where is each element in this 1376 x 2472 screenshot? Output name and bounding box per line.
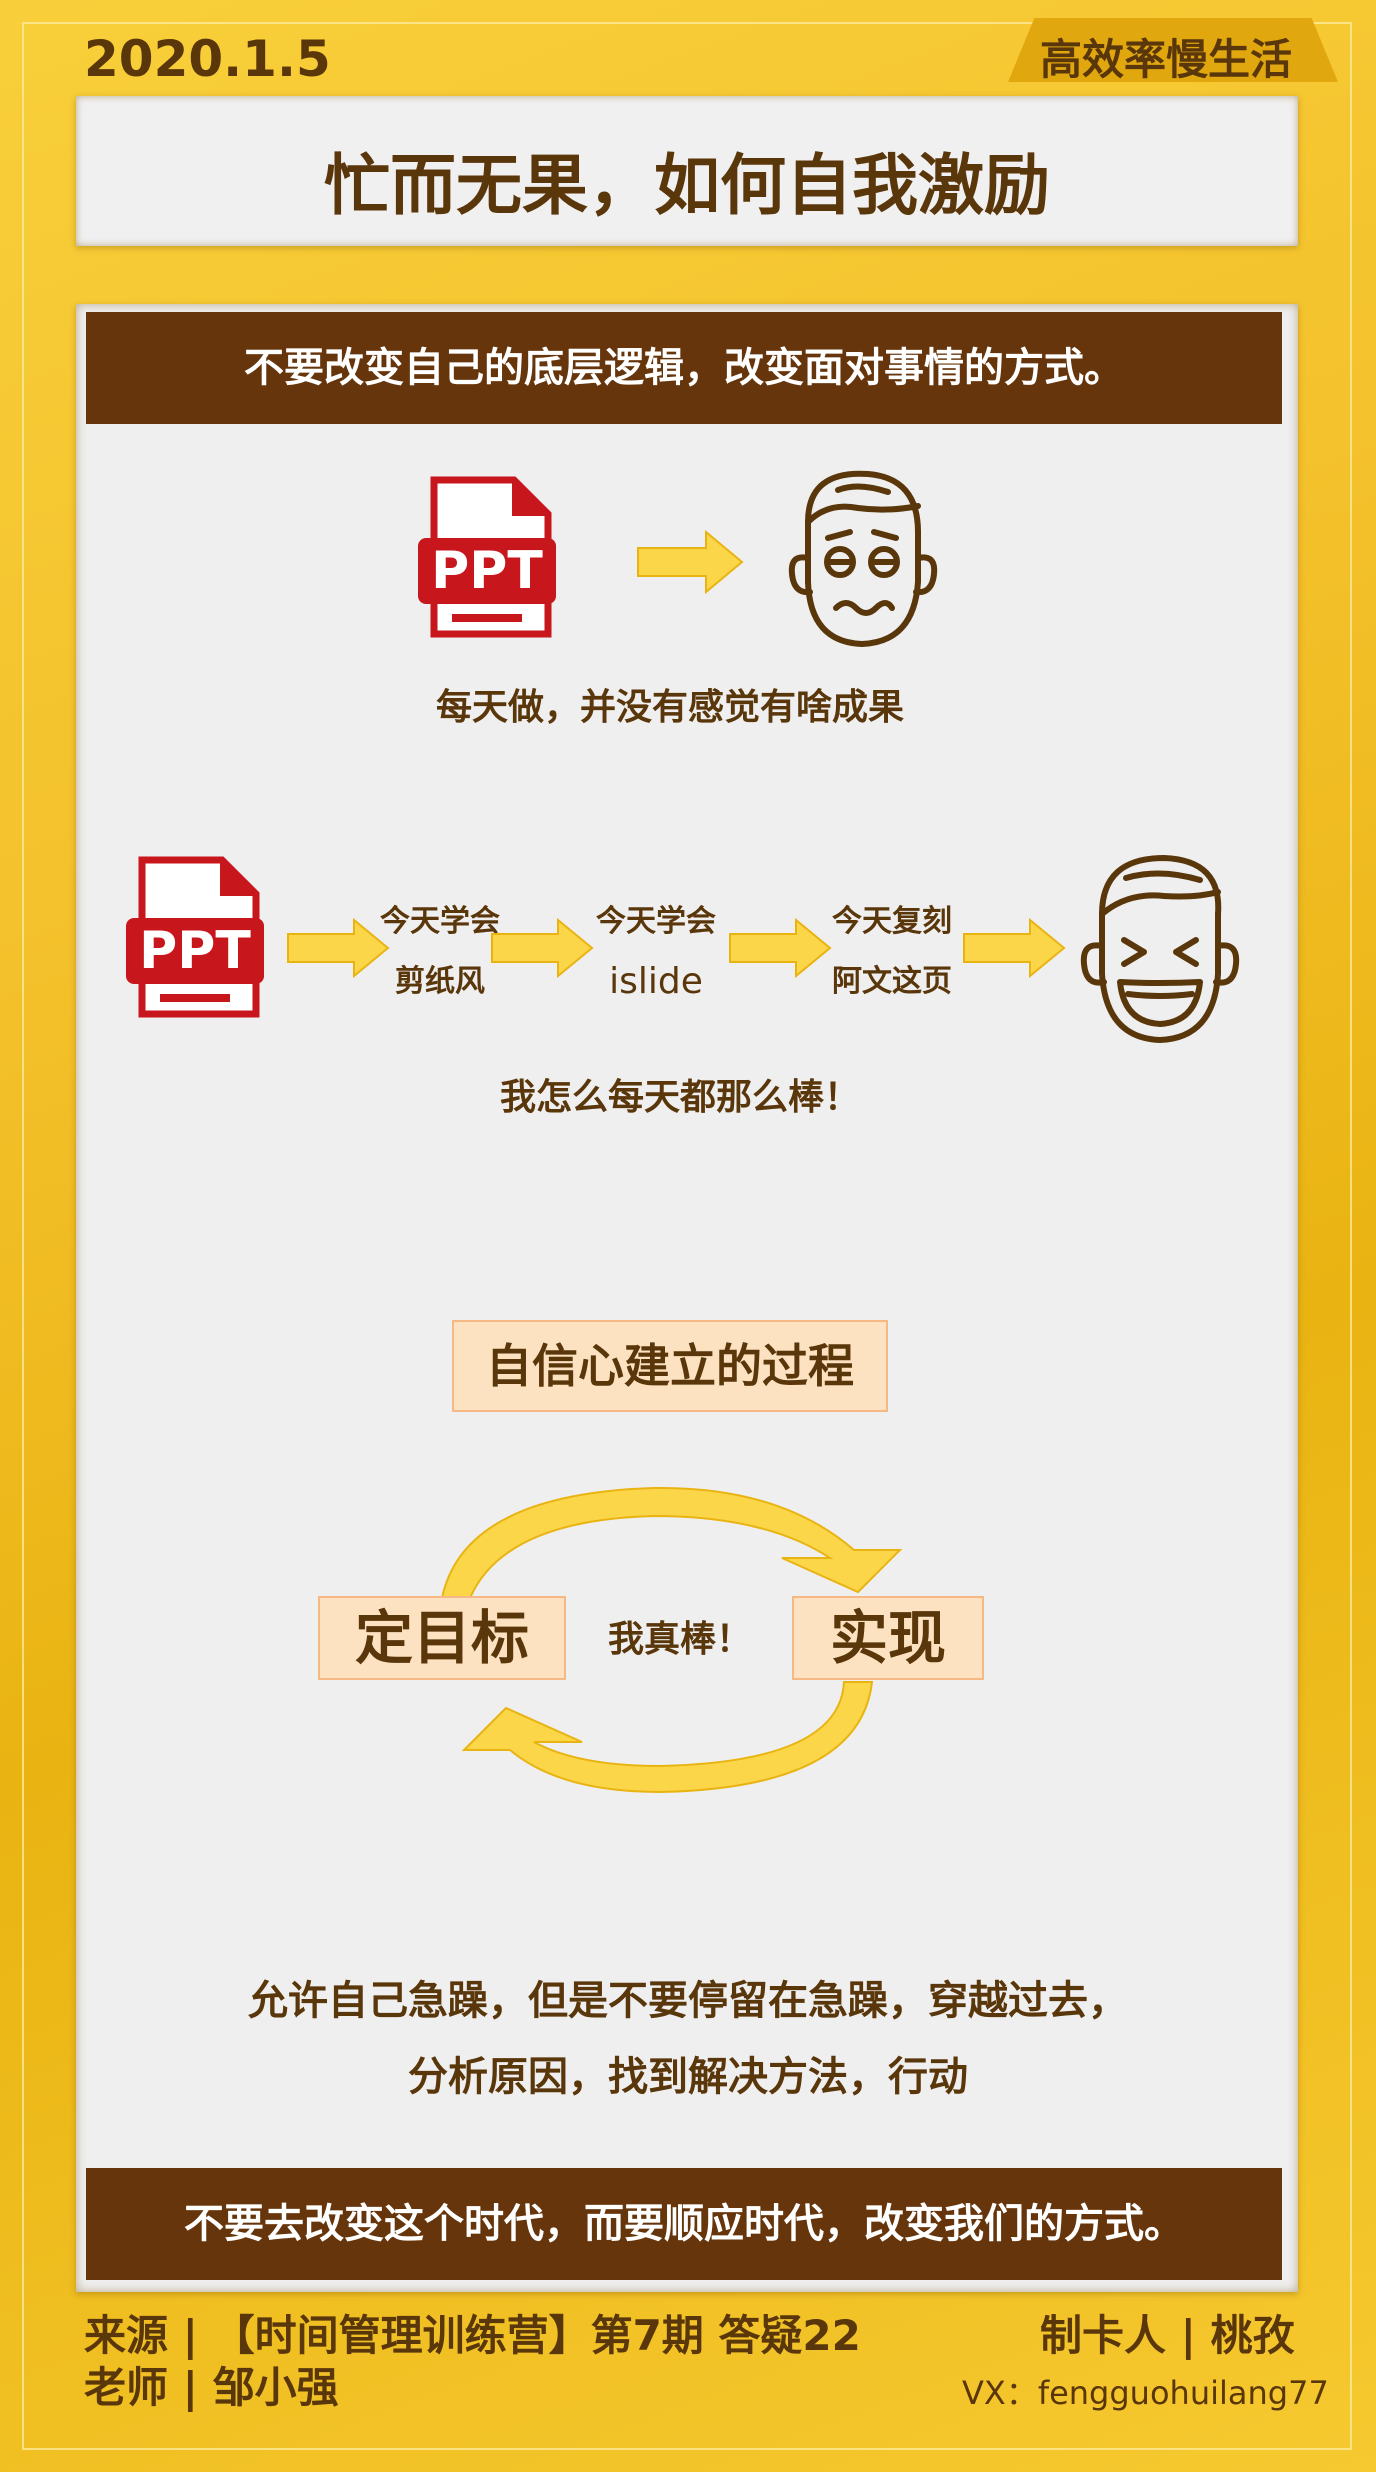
laughing-face-icon (1072, 848, 1248, 1048)
ppt-file-icon: PPT (414, 476, 560, 640)
cycle-arrow-icon (434, 1480, 914, 1600)
step-3-line1: 今天复刻 (832, 904, 952, 939)
worried-face-icon (778, 462, 942, 652)
footer-maker: 制卡人 | 桃孜 (1040, 2311, 1295, 2360)
step-3: 今天复刻 阿文这页 (812, 892, 972, 1012)
cycle-arrow-icon (460, 1680, 880, 1796)
step-2-line2: islide (609, 961, 703, 1002)
step-2-line1: 今天学会 (596, 904, 716, 939)
ppt-label: PPT (139, 921, 251, 981)
cycle-heading: 自信心建立的过程 (452, 1320, 888, 1412)
caption-1: 每天做，并没有感觉有啥成果 (435, 687, 904, 728)
bottom-banner: 不要去改变这个时代，而要顺应时代，改变我们的方式。 (86, 2168, 1282, 2280)
goal-box: 定目标 (318, 1596, 566, 1680)
arrow-right-icon (962, 917, 1066, 979)
paragraph-line1: 允许自己急躁，但是不要停留在急躁，穿越过去， (248, 1978, 1128, 2024)
arrow-right-icon (636, 529, 744, 595)
title-box: 忙而无果，如何自我激励 (76, 96, 1298, 246)
page-title: 忙而无果，如何自我激励 (324, 146, 1050, 224)
top-banner: 不要改变自己的底层逻辑，改变面对事情的方式。 (86, 312, 1282, 424)
poster: 2020.1.5 高效率慢生活 忙而无果，如何自我激励 不要改变自己的底层逻辑，… (0, 0, 1376, 2472)
brand-label: 高效率慢生活 (1040, 35, 1293, 84)
achieve-box: 实现 (792, 1596, 984, 1680)
step-2: 今天学会 islide (576, 892, 736, 1012)
ppt-label: PPT (431, 541, 543, 601)
caption-2: 我怎么每天都那么棒！ (499, 1077, 860, 1118)
paragraph-line2: 分析原因，找到解决方法，行动 (408, 2054, 968, 2100)
date: 2020.1.5 (84, 30, 331, 88)
cycle-center-text: 我真棒！ (607, 1619, 752, 1660)
ppt-file-icon: PPT (122, 856, 268, 1020)
footer-vx: VX：fengguohuilang77 (962, 2374, 1329, 2412)
step-3-line2: 阿文这页 (832, 964, 952, 999)
footer-teacher: 老师 | 邹小强 (84, 2363, 339, 2412)
